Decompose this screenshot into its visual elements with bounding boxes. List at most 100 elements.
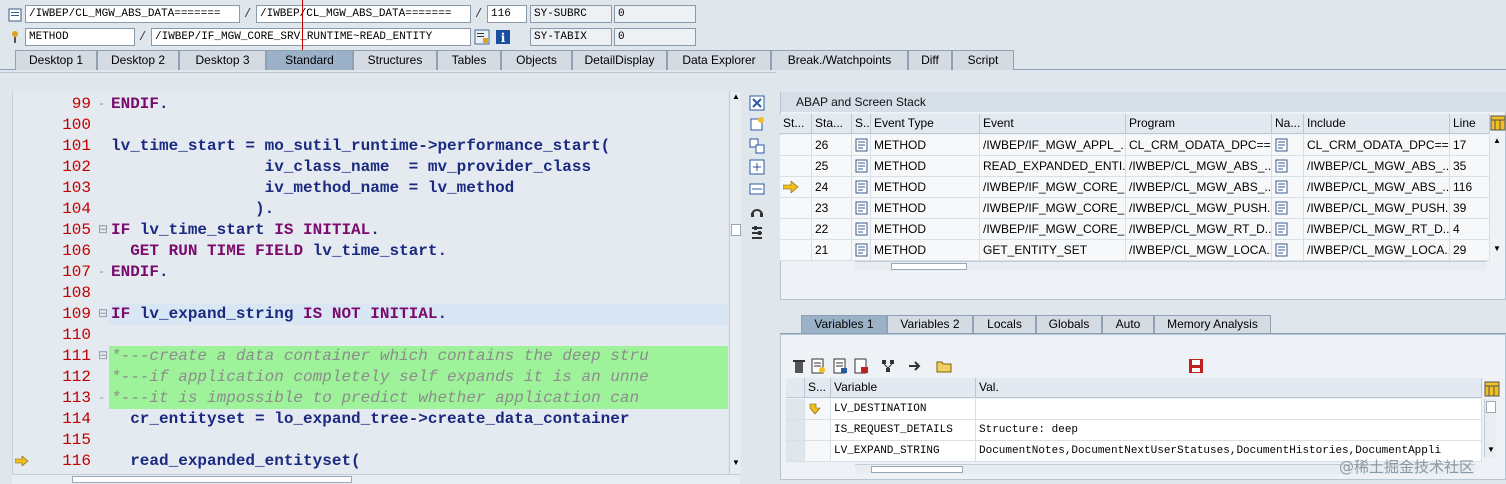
tab-desktop-3[interactable]: Desktop 3	[179, 50, 266, 70]
code-line[interactable]: 112 *---if application completely self ex…	[13, 367, 728, 388]
variables-tab[interactable]: Variables 2	[887, 315, 973, 333]
variable-name-cell[interactable]: LV_EXPAND_STRING	[831, 441, 976, 462]
tab-breakpoints[interactable]: Break./Watchpoints	[771, 50, 908, 70]
stack-row-marker[interactable]	[780, 198, 812, 219]
line-number-field[interactable]: 116	[487, 5, 527, 23]
stack-row-marker[interactable]	[780, 177, 812, 198]
sysvar-value-1[interactable]: 0	[614, 5, 696, 23]
maximize-icon[interactable]	[749, 159, 765, 175]
stack-cell-program[interactable]: /IWBEP/CL_MGW_PUSH...	[1126, 198, 1272, 219]
event-type-cell-icon[interactable]	[852, 198, 871, 219]
stack-scroll-down-icon[interactable]: ▼	[1493, 244, 1501, 253]
stack-column-header[interactable]: Include	[1304, 114, 1450, 134]
variables-tab[interactable]: Auto	[1102, 315, 1154, 333]
stack-cell-line[interactable]: 39	[1450, 198, 1490, 219]
event-field[interactable]: /IWBEP/IF_MGW_CORE_SRV_RUNTIME~READ_ENTI…	[151, 28, 471, 46]
fold-marker[interactable]: ⊟	[98, 304, 108, 325]
event-type-cell-icon[interactable]	[852, 135, 871, 156]
stack-cell-event[interactable]: /IWBEP/IF_MGW_CORE_...	[980, 198, 1126, 219]
settings-icon[interactable]	[749, 225, 765, 241]
structure-icon[interactable]	[880, 358, 896, 374]
stack-cell-type[interactable]: METHOD	[871, 240, 980, 261]
stack-cell-line[interactable]: 29	[1450, 240, 1490, 261]
stack-cell-type[interactable]: METHOD	[871, 219, 980, 240]
variable-value-cell[interactable]	[976, 399, 1482, 420]
variables-tab[interactable]: Globals	[1036, 315, 1102, 333]
code-line[interactable]: 111 ⊟ *---create a data container which co…	[13, 346, 728, 367]
stack-cell-include[interactable]: CL_CRM_ODATA_DPC==...	[1304, 135, 1450, 156]
stack-cell-level[interactable]: 26	[812, 135, 852, 156]
code-line[interactable]: 116 read_expanded_entityset(	[13, 451, 728, 472]
stack-scroll-up-icon[interactable]: ▲	[1493, 136, 1501, 145]
stack-column-header[interactable]: Na...	[1272, 114, 1304, 134]
variable-type-cell[interactable]	[805, 441, 831, 462]
code-line[interactable]: 114 cr_entityset = lo_expand_tree->creat…	[13, 409, 728, 430]
variables-row-selector[interactable]	[786, 399, 805, 420]
stack-cell-program[interactable]: /IWBEP/CL_MGW_RT_D...	[1126, 219, 1272, 240]
variable-type-cell[interactable]	[805, 420, 831, 441]
code-line[interactable]: 110	[13, 325, 728, 346]
save-icon[interactable]	[1188, 358, 1204, 374]
stack-cell-include[interactable]: /IWBEP/CL_MGW_PUSH...	[1304, 198, 1450, 219]
variables-tab[interactable]: Locals	[973, 315, 1036, 333]
navigate-cell-icon[interactable]	[1272, 240, 1304, 261]
tab-desktop-1[interactable]: Desktop 1	[15, 50, 97, 70]
tab-structures[interactable]: Structures	[353, 50, 437, 70]
stack-cell-event[interactable]: /IWBEP/IF_MGW_APPL_...	[980, 135, 1126, 156]
delete-icon[interactable]	[791, 358, 807, 374]
sysvar-name-2[interactable]: SY-TABIX	[530, 28, 612, 46]
stack-column-header[interactable]: Sta...	[812, 114, 852, 134]
event-type-field[interactable]: METHOD	[25, 28, 135, 46]
hscroll-thumb[interactable]	[891, 263, 967, 270]
variables-tab[interactable]: Memory Analysis	[1154, 315, 1271, 333]
stack-column-header[interactable]: Program	[1126, 114, 1272, 134]
scroll-down-icon[interactable]: ▼	[1486, 445, 1496, 455]
variables-column-header[interactable]: Variable	[831, 378, 976, 398]
tab-diff[interactable]: Diff	[908, 50, 952, 70]
stack-cell-include[interactable]: /IWBEP/CL_MGW_RT_D...	[1304, 219, 1450, 240]
swap-tool-icon[interactable]	[749, 138, 765, 154]
stack-cell-type[interactable]: METHOD	[871, 177, 980, 198]
program-field[interactable]: /IWBEP/CL_MGW_ABS_DATA=======	[25, 5, 240, 23]
code-line[interactable]: 106 GET RUN TIME FIELD lv_time_start.	[13, 241, 728, 262]
variables-column-header[interactable]: Val.	[976, 378, 1482, 398]
tab-objects[interactable]: Objects	[501, 50, 572, 70]
load-icon[interactable]	[810, 358, 826, 374]
code-line[interactable]: 104 ).	[13, 199, 728, 220]
variables-column-header[interactable]: S...	[805, 378, 831, 398]
stack-row-marker[interactable]	[780, 219, 812, 240]
variable-name-cell[interactable]: IS_REQUEST_DETAILS	[831, 420, 976, 441]
variable-name-cell[interactable]: LV_DESTINATION	[831, 399, 976, 420]
stack-column-header[interactable]: S...	[852, 114, 871, 134]
new-tool-icon[interactable]	[749, 116, 765, 132]
stack-cell-level[interactable]: 25	[812, 156, 852, 177]
fold-marker[interactable]: ⊟	[98, 220, 108, 241]
stack-cell-line[interactable]: 17	[1450, 135, 1490, 156]
stack-column-header[interactable]: Event	[980, 114, 1126, 134]
stack-cell-level[interactable]: 22	[812, 219, 852, 240]
editor-horizontal-scrollbar[interactable]	[12, 474, 740, 484]
stack-cell-type[interactable]: METHOD	[871, 156, 980, 177]
stack-cell-include[interactable]: /IWBEP/CL_MGW_ABS_...	[1304, 177, 1450, 198]
variables-row-selector[interactable]	[786, 420, 805, 441]
stack-cell-level[interactable]: 21	[812, 240, 852, 261]
stack-cell-program[interactable]: /IWBEP/CL_MGW_ABS_...	[1126, 156, 1272, 177]
code-line[interactable]: 115	[13, 430, 728, 451]
event-type-cell-icon[interactable]	[852, 240, 871, 261]
stack-cell-event[interactable]: /IWBEP/IF_MGW_CORE_...	[980, 177, 1126, 198]
stack-cell-include[interactable]: /IWBEP/CL_MGW_ABS_...	[1304, 156, 1450, 177]
event-type-cell-icon[interactable]	[852, 156, 871, 177]
scroll-down-icon[interactable]: ▼	[731, 458, 741, 468]
services-icon[interactable]	[749, 203, 765, 219]
tab-data-explorer[interactable]: Data Explorer	[667, 50, 771, 70]
layout-settings-icon[interactable]	[1484, 381, 1500, 397]
navigate-cell-icon[interactable]	[1272, 198, 1304, 219]
stack-cell-program[interactable]: CL_CRM_ODATA_DPC==...	[1126, 135, 1272, 156]
editor-vertical-scrollbar[interactable]: ▲ ▼	[729, 92, 741, 474]
stack-cell-level[interactable]: 24	[812, 177, 852, 198]
code-line[interactable]: 113- *---it is impossible to predict whet…	[13, 388, 728, 409]
stack-column-header[interactable]: Event Type	[871, 114, 980, 134]
navigate-cell-icon[interactable]	[1272, 219, 1304, 240]
layout-settings-icon[interactable]	[1490, 115, 1506, 131]
variables-tab[interactable]: Variables 1	[801, 315, 887, 333]
